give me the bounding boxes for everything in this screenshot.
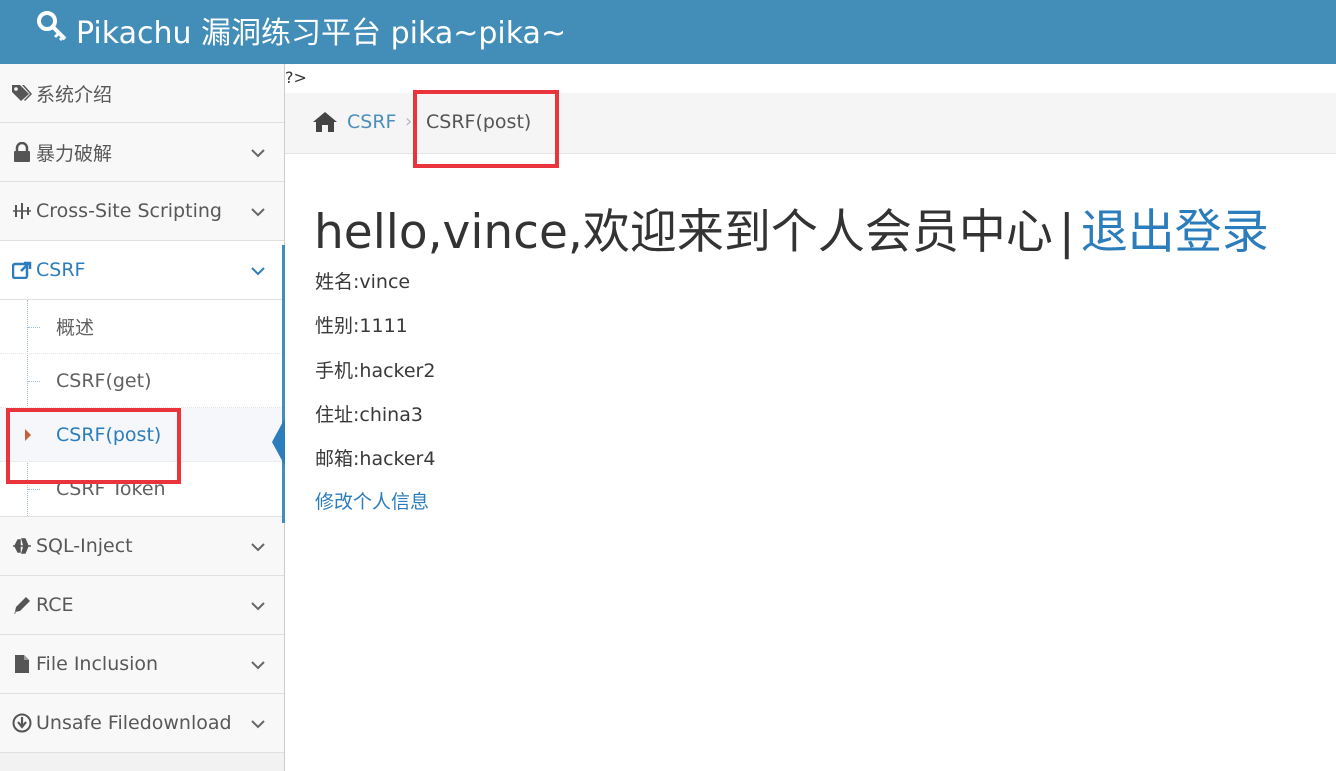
- sidebar-item-label: SQL-Inject: [36, 535, 133, 557]
- sidebar-item-label: CSRF: [36, 259, 86, 281]
- submenu-item-label: CSRF(get): [56, 369, 152, 392]
- edit-profile-link[interactable]: 修改个人信息: [315, 487, 429, 514]
- share-icon: [10, 260, 34, 280]
- submenu-item-overview[interactable]: 概述: [0, 300, 284, 354]
- chevron-down-icon: [250, 262, 266, 284]
- active-indicator-arrow: [272, 418, 285, 466]
- info-email: 邮箱:hacker4: [315, 448, 436, 470]
- page-title: hello,vince,欢迎来到个人会员中心 | 退出登录: [314, 193, 1269, 262]
- sidebar-item-label: Cross-Site Scripting: [36, 200, 222, 222]
- greeting-text: hello,vince,欢迎来到个人会员中心: [314, 205, 1053, 260]
- info-phone: 手机:hacker2: [315, 360, 436, 382]
- chevron-down-icon: [250, 203, 266, 225]
- chevron-down-icon: [250, 538, 266, 560]
- file-icon: [10, 654, 34, 674]
- chevron-down-icon: [250, 597, 266, 619]
- plane-icon: [10, 536, 34, 556]
- breadcrumb-separator: ›: [405, 111, 413, 132]
- submenu-item-csrf-get[interactable]: CSRF(get): [0, 354, 284, 408]
- key-icon: [36, 10, 76, 50]
- download-icon: [10, 713, 34, 733]
- info-address: 住址:china3: [315, 404, 423, 426]
- chevron-down-icon: [250, 656, 266, 678]
- tags-icon: [10, 83, 34, 103]
- sidebar-item-xss[interactable]: Cross-Site Scripting: [0, 182, 284, 241]
- sidebar-item-bruteforce[interactable]: 暴力破解: [0, 123, 284, 182]
- sidebar-item-file-inclusion[interactable]: File Inclusion: [0, 635, 284, 694]
- sidebar-item-csrf[interactable]: CSRF: [0, 241, 284, 300]
- info-name: 姓名:vince: [315, 271, 411, 293]
- sidebar-item-label: Unsafe Filedownload: [36, 712, 232, 734]
- breadcrumb-parent-link[interactable]: CSRF: [347, 111, 396, 133]
- sidebar-item-label: RCE: [36, 594, 74, 616]
- logout-link[interactable]: 退出登录: [1081, 205, 1269, 260]
- sidebar-item-label: 系统介绍: [36, 83, 113, 106]
- sliders-icon: [10, 201, 34, 221]
- lock-icon: [10, 142, 34, 162]
- pencil-icon: [10, 595, 34, 615]
- highlight-box-submenu: [6, 408, 181, 484]
- sidebar-item-label: 暴力破解: [36, 142, 113, 165]
- sidebar-item-intro[interactable]: 系统介绍: [0, 64, 284, 123]
- stray-text: ?>: [285, 68, 307, 87]
- sidebar-item-sqli[interactable]: SQL-Inject: [0, 517, 284, 576]
- title-separator: |: [1058, 205, 1075, 260]
- sidebar-item-unsafe-download[interactable]: Unsafe Filedownload: [0, 694, 284, 753]
- highlight-box-breadcrumb: [413, 90, 559, 168]
- info-gender: 性别:1111: [315, 315, 408, 337]
- active-indicator-bar: [282, 245, 285, 523]
- submenu-item-label: 概述: [56, 317, 95, 339]
- brand[interactable]: Pikachu 漏洞练习平台 pika~pika~: [36, 10, 567, 51]
- home-icon[interactable]: [312, 111, 338, 137]
- sidebar-item-label: File Inclusion: [36, 653, 159, 675]
- sidebar-item-rce[interactable]: RCE: [0, 576, 284, 635]
- brand-title: Pikachu 漏洞练习平台 pika~pika~: [76, 16, 567, 51]
- top-navbar: Pikachu 漏洞练习平台 pika~pika~: [0, 0, 1336, 64]
- chevron-down-icon: [250, 144, 266, 166]
- chevron-down-icon: [250, 715, 266, 737]
